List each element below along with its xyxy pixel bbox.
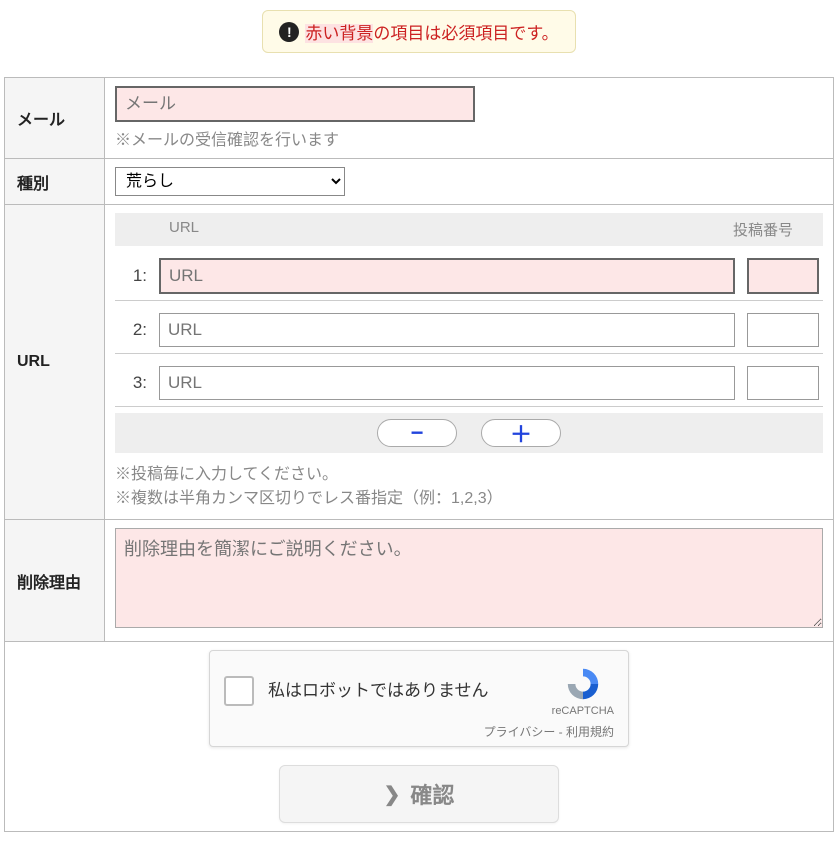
url-row: 3: bbox=[115, 360, 823, 407]
mail-input[interactable] bbox=[115, 86, 475, 122]
url-row: 2: bbox=[115, 307, 823, 354]
url-input-1[interactable] bbox=[159, 258, 735, 294]
url-table-header: URL 投稿番号 bbox=[115, 213, 823, 246]
form-table: メール ※メールの受信確認を行います 種別 荒らし URL URL 投稿番号 1… bbox=[4, 77, 834, 832]
required-notice: ! 赤い背景の項目は必須項目です。 bbox=[262, 10, 575, 53]
postnum-input-1[interactable] bbox=[747, 258, 819, 294]
chevron-right-icon: ❯ bbox=[384, 782, 401, 807]
url-row-index: 1: bbox=[119, 266, 147, 286]
url-col-header: URL bbox=[169, 219, 725, 240]
label-mail: メール bbox=[5, 78, 105, 159]
url-row-controls: − ＋ bbox=[115, 413, 823, 453]
label-reason: 削除理由 bbox=[5, 520, 105, 642]
url-row-index: 2: bbox=[119, 320, 147, 340]
notice-text: 赤い背景の項目は必須項目です。 bbox=[305, 19, 558, 44]
type-select[interactable]: 荒らし bbox=[115, 167, 345, 196]
recaptcha-checkbox[interactable] bbox=[224, 676, 254, 706]
url-row: 1: bbox=[115, 252, 823, 301]
recaptcha-label: 私はロボットではありません bbox=[268, 679, 538, 703]
remove-row-button[interactable]: − bbox=[377, 419, 457, 447]
plus-icon: ＋ bbox=[510, 417, 532, 449]
url-input-3[interactable] bbox=[159, 366, 735, 400]
minus-icon: − bbox=[411, 420, 424, 446]
recaptcha-widget: 私はロボットではありません reCAPTCHA プライバシー - 利用規約 bbox=[209, 650, 629, 747]
postnum-input-2[interactable] bbox=[747, 313, 819, 347]
notice-container: ! 赤い背景の項目は必須項目です。 bbox=[4, 10, 834, 53]
label-type: 種別 bbox=[5, 159, 105, 205]
url-row-index: 3: bbox=[119, 373, 147, 393]
add-row-button[interactable]: ＋ bbox=[481, 419, 561, 447]
reason-textarea[interactable] bbox=[115, 528, 823, 628]
label-url: URL bbox=[5, 205, 105, 520]
url-input-2[interactable] bbox=[159, 313, 735, 347]
url-section: URL 投稿番号 1: 2: 3: bbox=[115, 213, 823, 511]
info-icon: ! bbox=[279, 22, 299, 42]
recaptcha-logo: reCAPTCHA bbox=[552, 665, 614, 717]
recaptcha-links[interactable]: プライバシー - 利用規約 bbox=[224, 723, 614, 740]
url-notes: ※投稿毎に入力してください。 ※複数は半角カンマ区切りでレス番指定（例：1,2,… bbox=[115, 463, 823, 511]
recaptcha-icon bbox=[564, 665, 602, 703]
confirm-button[interactable]: ❯ 確認 bbox=[279, 765, 559, 823]
mail-hint: ※メールの受信確認を行います bbox=[115, 126, 823, 150]
confirm-label: 確認 bbox=[410, 778, 454, 810]
postnum-input-3[interactable] bbox=[747, 366, 819, 400]
postnum-col-header: 投稿番号 bbox=[733, 219, 815, 240]
